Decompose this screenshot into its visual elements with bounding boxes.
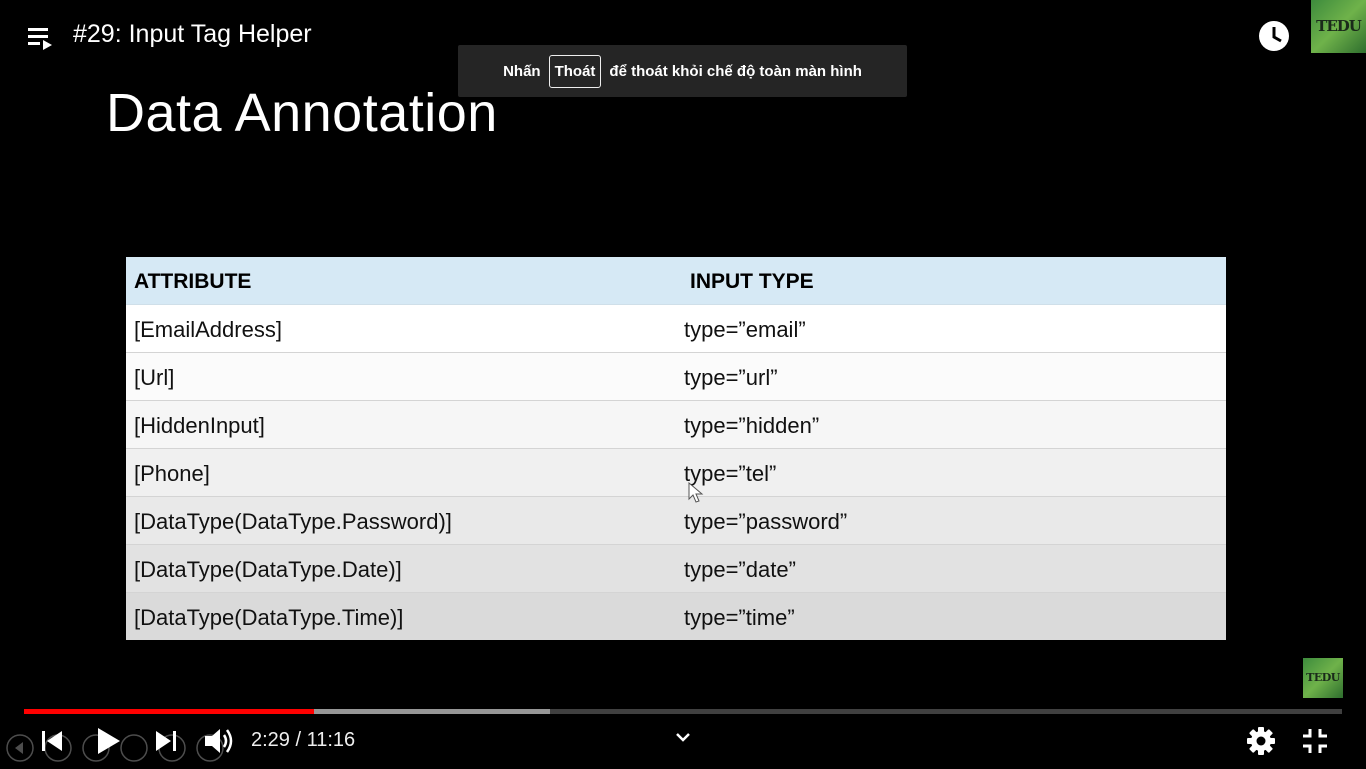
watch-later-icon[interactable] xyxy=(1257,19,1291,53)
attribute-cell: [HiddenInput] xyxy=(134,413,265,438)
table-row: [Url] type=”url” xyxy=(126,353,1226,401)
attribute-table: ATTRIBUTE INPUT TYPE [EmailAddress] type… xyxy=(126,257,1226,640)
table-row: [HiddenInput] type=”hidden” xyxy=(126,401,1226,449)
channel-avatar[interactable]: TEDU xyxy=(1311,0,1366,53)
table-row: [Phone] type=”tel” xyxy=(126,449,1226,497)
progress-bar[interactable] xyxy=(24,709,1342,714)
exit-fullscreen-icon[interactable] xyxy=(1301,727,1329,755)
play-icon[interactable] xyxy=(94,726,122,756)
attribute-cell: [DataType(DataType.Password)] xyxy=(134,509,452,534)
table-row: [DataType(DataType.Date)] type=”date” xyxy=(126,545,1226,593)
input-type-cell: type=”time” xyxy=(684,605,795,630)
attribute-cell: [DataType(DataType.Time)] xyxy=(134,605,404,630)
mouse-cursor-icon xyxy=(688,481,704,504)
input-type-cell: type=”hidden” xyxy=(684,413,820,438)
table-row: [DataType(DataType.Time)] type=”time” xyxy=(126,593,1226,640)
chevron-down-icon[interactable] xyxy=(674,729,692,745)
attribute-cell: [EmailAddress] xyxy=(134,317,282,342)
fullscreen-exit-toast: Nhấn Thoát để thoát khỏi chế độ toàn màn… xyxy=(458,45,907,97)
time-display: 2:29 / 11:16 xyxy=(251,729,356,751)
playlist-icon[interactable] xyxy=(26,24,56,52)
input-type-cell: type=”date” xyxy=(684,557,796,582)
column-header-input-type: INPUT TYPE xyxy=(690,270,814,293)
toast-key: Thoát xyxy=(548,54,602,88)
column-header-attribute: ATTRIBUTE xyxy=(134,270,252,293)
slide-heading: Data Annotation xyxy=(106,83,498,143)
settings-icon[interactable] xyxy=(1246,726,1276,756)
toast-prefix: Nhấn xyxy=(503,62,541,80)
attribute-cell: [Phone] xyxy=(134,461,210,486)
table-row: [DataType(DataType.Password)] type=”pass… xyxy=(126,497,1226,545)
table-header: ATTRIBUTE INPUT TYPE xyxy=(126,257,1226,305)
channel-watermark[interactable]: TEDU xyxy=(1303,658,1343,698)
video-title[interactable]: #29: Input Tag Helper xyxy=(73,20,312,49)
toast-suffix: để thoát khỏi chế độ toàn màn hình xyxy=(609,62,862,80)
input-type-cell: type=”password” xyxy=(684,509,848,534)
progress-played xyxy=(24,709,314,714)
volume-icon[interactable] xyxy=(202,724,236,758)
input-type-cell: type=”url” xyxy=(684,365,778,390)
attribute-cell: [DataType(DataType.Date)] xyxy=(134,557,402,582)
next-icon[interactable] xyxy=(152,728,180,754)
table-row: [EmailAddress] type=”email” xyxy=(126,305,1226,353)
attribute-cell: [Url] xyxy=(134,365,175,390)
previous-icon[interactable] xyxy=(38,728,66,754)
input-type-cell: type=”email” xyxy=(684,317,806,342)
